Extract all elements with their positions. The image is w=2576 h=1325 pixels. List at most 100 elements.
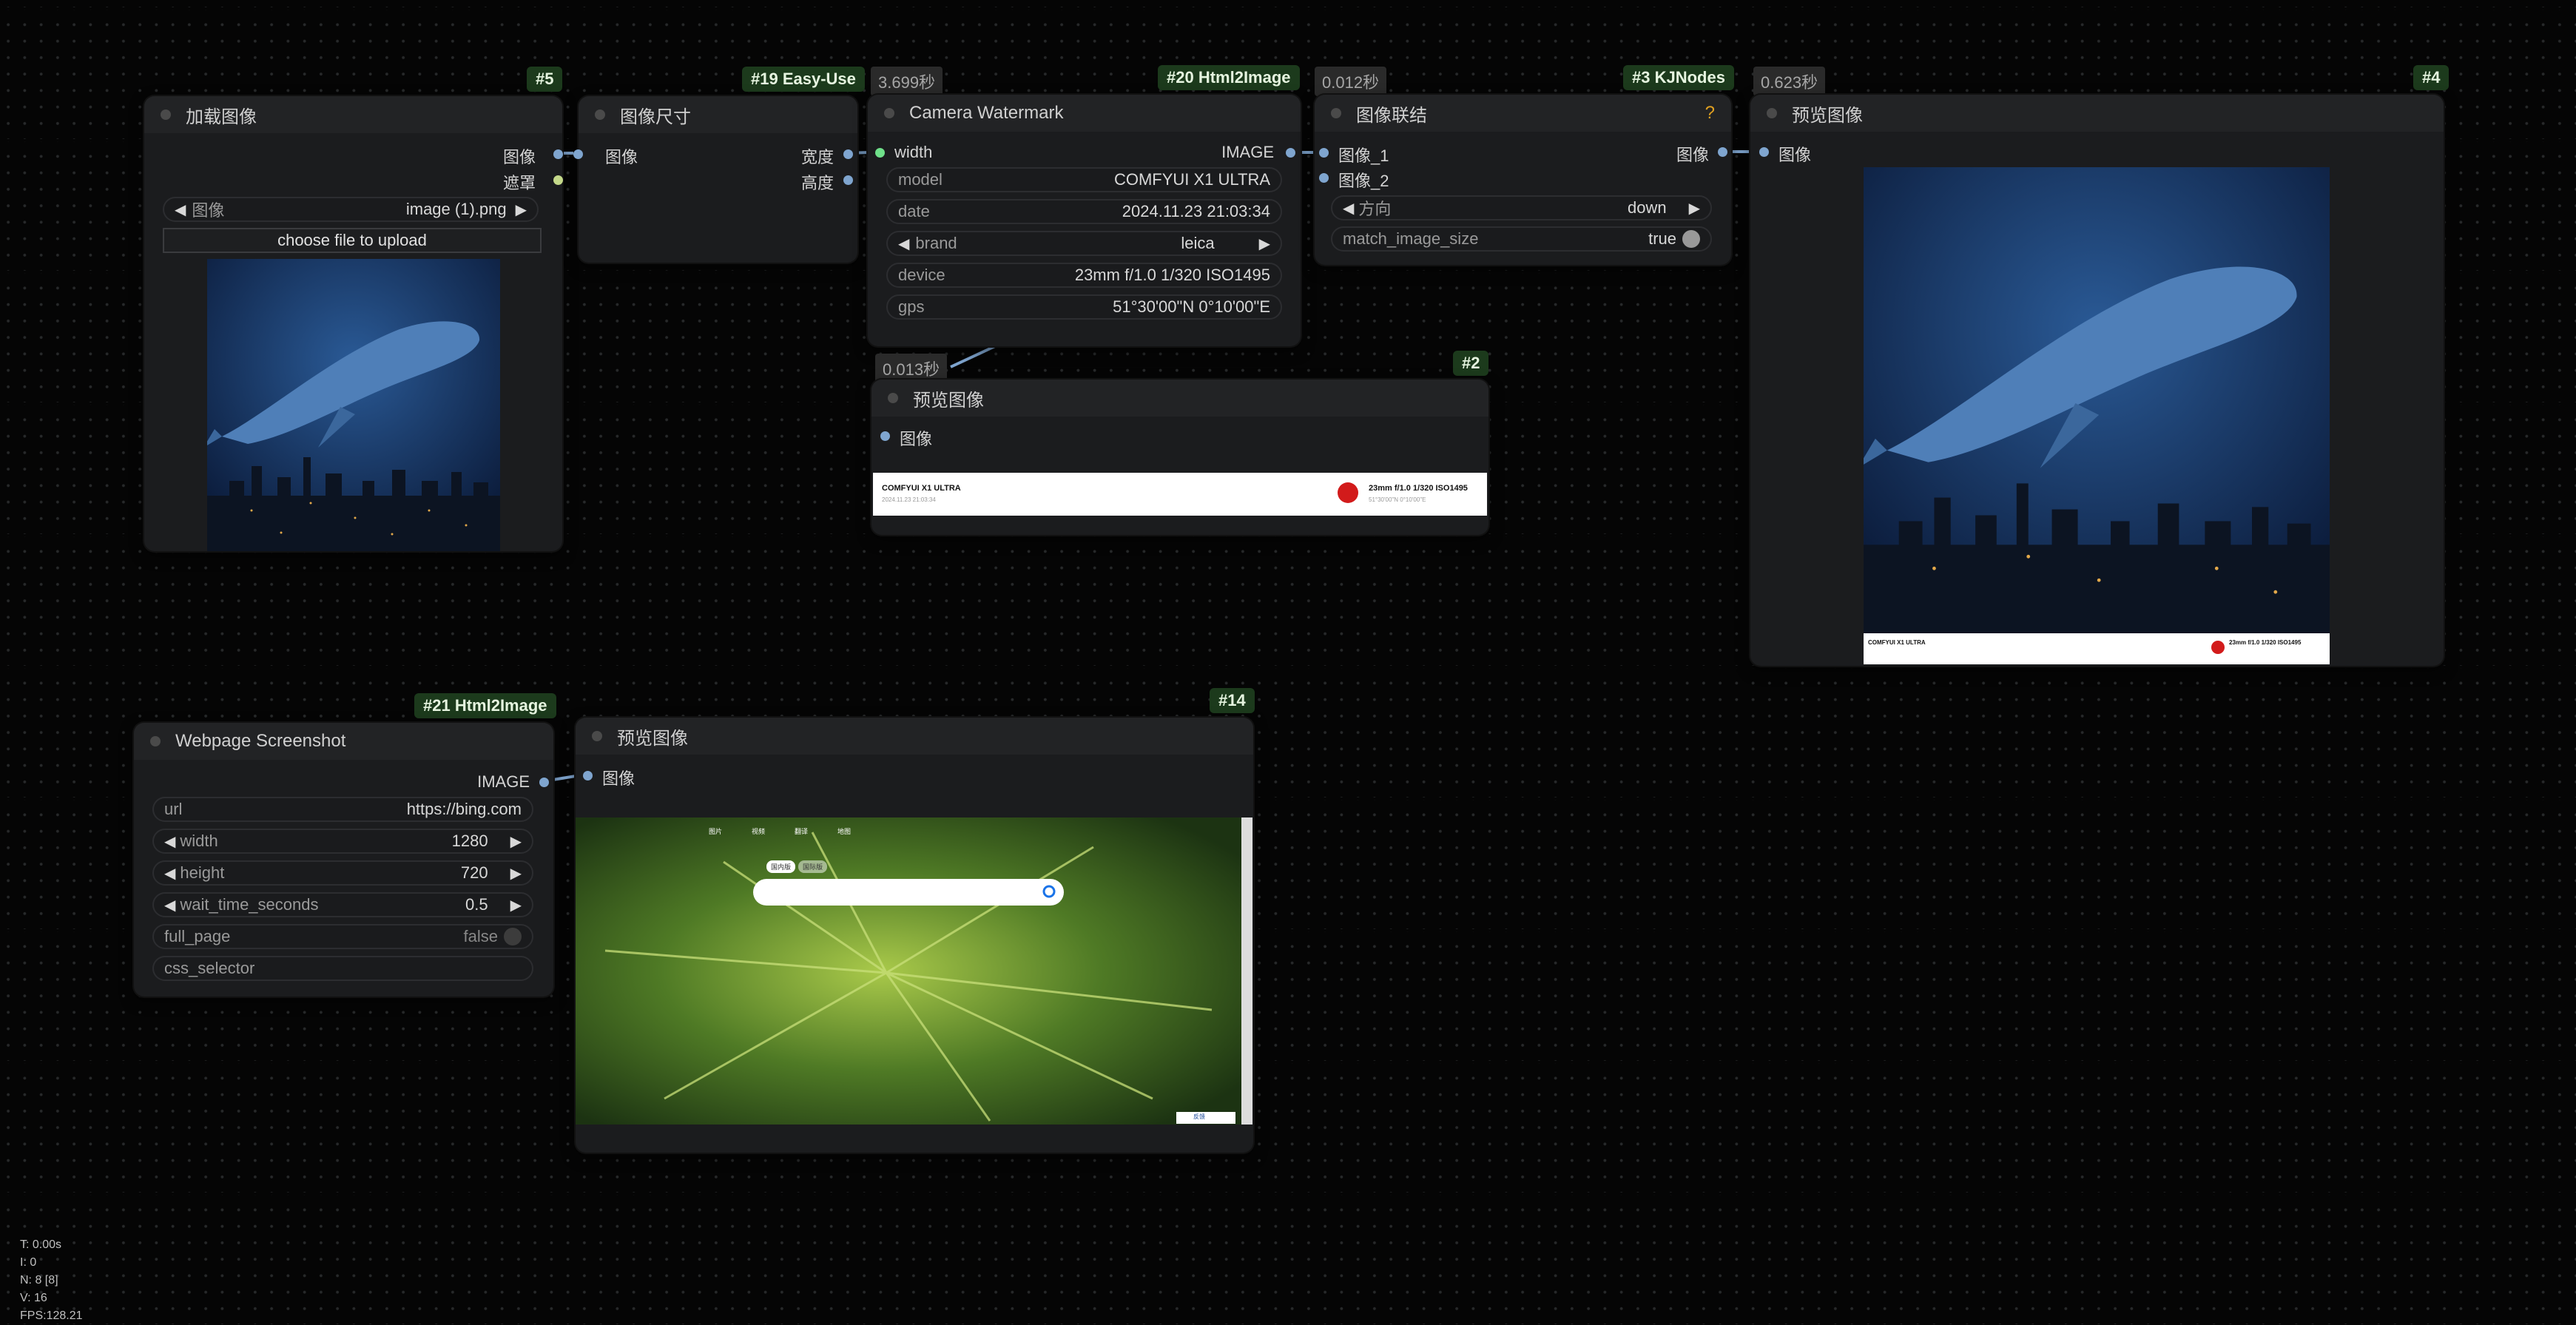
strip-device: 23mm f/1.0 1/320 ISO1495 [2229,639,2302,646]
arrow-left-icon[interactable]: ◀ [898,235,909,253]
widget-value: 51°30'00"N 0°10'00"E [1113,297,1270,316]
input-socket-image[interactable] [583,771,593,780]
widget-label: match_image_size [1343,229,1479,248]
image-combo-widget[interactable]: ◀ 图像 image (1).png ▶ [163,197,539,222]
arrow-right-icon[interactable]: ▶ [510,896,522,914]
arrow-right-icon[interactable]: ▶ [1689,199,1700,218]
output-socket-height[interactable] [843,175,853,185]
arrow-right-icon[interactable]: ▶ [1259,235,1270,253]
toggle-knob[interactable] [1682,230,1700,248]
output-socket-image[interactable] [1718,147,1727,157]
collapse-dot[interactable] [1767,108,1777,118]
collapse-dot[interactable] [884,108,894,118]
input-socket-image2[interactable] [1319,173,1329,183]
stat-i: I: 0 [20,1256,37,1269]
output-socket-image[interactable] [553,149,563,159]
brand-combo[interactable]: ◀ brand leica ▶ [886,231,1282,256]
arrow-left-icon[interactable]: ◀ [164,896,175,914]
arrow-left-icon[interactable]: ◀ [164,832,175,851]
leica-logo-icon [2211,641,2225,654]
preview-image-node-4[interactable]: 预览图像 图像 COMFYUI X1 ULTRA 23mm f/1.0 1/32… [1750,95,2444,666]
strip-model: COMFYUI X1 ULTRA [1868,639,1926,646]
arrow-right-icon[interactable]: ▶ [510,864,522,883]
node-header[interactable]: Webpage Screenshot [134,723,553,760]
exec-time: 0.623秒 [1753,67,1826,96]
output-socket-image[interactable] [539,778,549,787]
node-header[interactable]: 图像尺寸 [579,96,857,133]
widget-label: css_selector [164,959,255,977]
bing-pill: 国际版 [798,860,828,873]
output-socket-image[interactable] [1286,148,1295,158]
input-label-image: 图像 [1778,146,1812,164]
input-socket-image[interactable] [880,431,890,441]
node-header[interactable]: 加载图像 [144,96,562,133]
widget-value: down [1628,198,1667,217]
collapse-dot[interactable] [161,109,171,120]
date-field[interactable]: date 2024.11.23 21:03:34 [886,199,1282,224]
node-title: 图像尺寸 [620,107,691,127]
node-title: 加载图像 [186,107,257,127]
node-header[interactable]: Camera Watermark [868,95,1301,132]
toggle-knob[interactable] [504,928,522,945]
webpage-screenshot-node[interactable]: Webpage Screenshot IMAGE url https://bing… [134,723,553,997]
collapse-dot[interactable] [595,109,605,120]
output-label-image: 图像 [502,148,536,166]
url-field[interactable]: url https://bing.com [152,797,533,822]
input-label-width: width [894,143,933,161]
bing-screenshot-image: 图片 视频 翻译 地图 国内版 国际版 反馈 [576,817,1252,1125]
node-title: 预览图像 [617,728,688,749]
width-number[interactable]: ◀ width 1280 ▶ [152,829,533,854]
output-label-image: 图像 [1676,146,1709,164]
node-header[interactable]: 图像联结 ? [1315,95,1731,132]
gps-field[interactable]: gps 51°30'00"N 0°10'00"E [886,294,1282,320]
load-image-node[interactable]: 加载图像 图像 遮罩 ◀ 图像 image (1).png ▶ choose f… [144,96,563,551]
collapse-dot[interactable] [888,393,898,403]
preview-image-node-2[interactable]: 预览图像 图像 COMFYUI X1 ULTRA 2024.11.23 21:0… [871,380,1488,535]
input-socket-image[interactable] [1759,147,1769,157]
collapse-dot[interactable] [1331,108,1341,118]
help-icon[interactable]: ? [1705,103,1715,124]
node-header[interactable]: 预览图像 [871,380,1488,417]
collapse-dot[interactable] [150,736,161,746]
camera-watermark-node[interactable]: Camera Watermark width IMAGE model COMFYU… [868,95,1301,346]
image-size-node[interactable]: 图像尺寸 图像 宽度 高度 [573,96,857,263]
widget-value: leica [1181,234,1215,252]
widget-label: date [898,202,930,220]
preview-image-node-14[interactable]: 预览图像 图像 图片 视频 翻译 地图 国内版 国际版 反馈 [576,718,1253,1153]
match-size-toggle[interactable]: match_image_size true [1331,226,1712,252]
device-field[interactable]: device 23mm f/1.0 1/320 ISO1495 [886,263,1282,288]
direction-combo[interactable]: ◀ 方向 down ▶ [1331,195,1712,220]
css-selector-field[interactable]: css_selector [152,956,533,981]
widget-value: COMFYUI X1 ULTRA [1113,170,1270,189]
full-page-toggle[interactable]: full_page false [152,924,533,949]
stat-v: V: 16 [20,1292,47,1304]
wait-time-number[interactable]: ◀ wait_time_seconds 0.5 ▶ [152,892,533,917]
bing-pill: 国内版 [766,860,796,873]
input-socket-image1[interactable] [1319,148,1329,158]
model-field[interactable]: model COMFYUI X1 ULTRA [886,167,1282,192]
node-header[interactable]: 预览图像 [1750,95,2444,132]
height-number[interactable]: ◀ height 720 ▶ [152,860,533,886]
output-socket-mask[interactable] [553,175,563,185]
node-header[interactable]: 预览图像 [576,718,1253,755]
widget-label: device [898,266,945,284]
upload-button[interactable]: choose file to upload [163,228,542,253]
arrow-left-icon[interactable]: ◀ [164,864,175,883]
widget-value: image (1).png [405,200,507,218]
bing-top-tabs: 图片 视频 翻译 地图 [709,826,851,836]
input-socket-image[interactable] [573,149,583,159]
input-label-image: 图像 [900,430,933,448]
arrow-right-icon[interactable]: ▶ [510,832,522,851]
node-id-badge: #2 [1453,351,1489,376]
output-socket-width[interactable] [843,149,853,159]
input-socket-width[interactable] [875,148,885,158]
image-concat-node[interactable]: 图像联结 ? 图像_1 图像_2 图像 ◀ 方向 down ▶ match_im… [1315,95,1731,265]
bing-tab: 地图 [837,828,852,835]
arrow-right-icon[interactable]: ▶ [516,200,527,219]
exec-time: 3.699秒 [871,67,943,96]
arrow-left-icon[interactable]: ◀ [175,200,186,219]
collapse-dot[interactable] [592,731,602,741]
arrow-left-icon[interactable]: ◀ [1343,199,1354,218]
widget-label: width [180,832,218,850]
strip-date: 2024.11.23 21:03:34 [882,496,936,503]
